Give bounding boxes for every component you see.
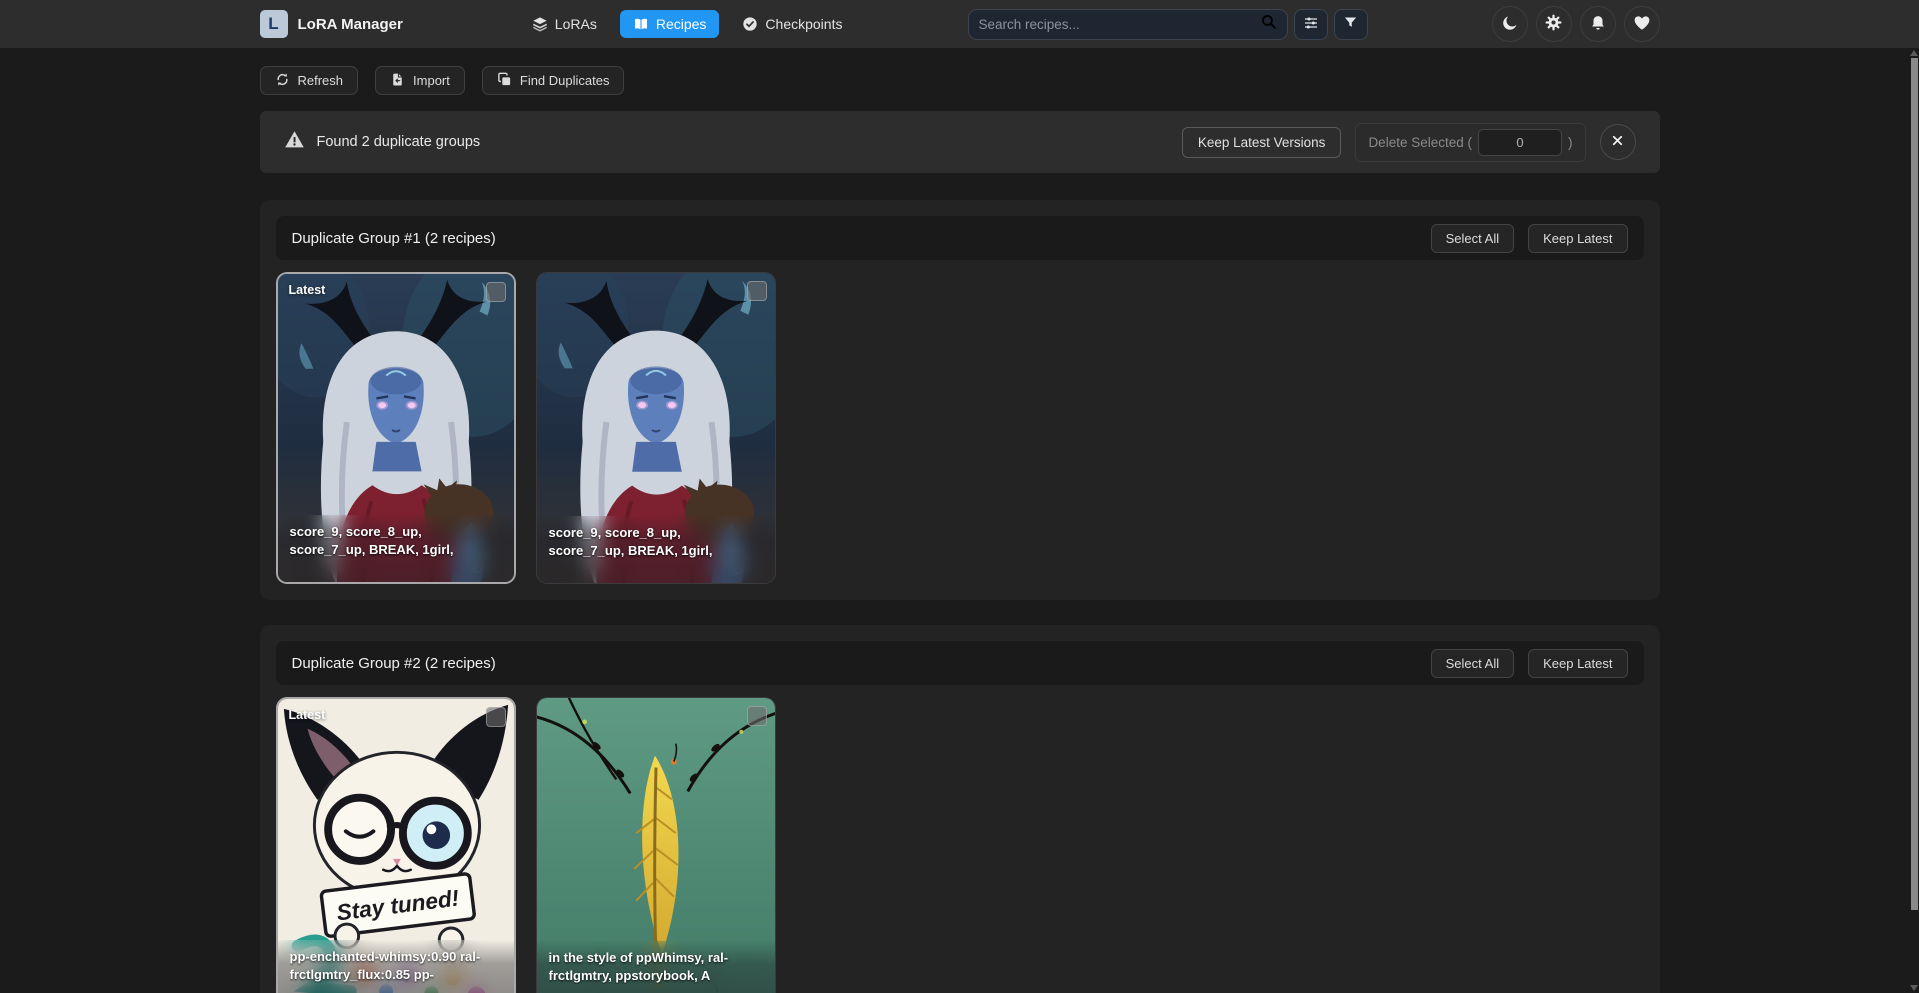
delete-selected-prefix: Delete Selected (: [1368, 135, 1472, 150]
select-all-button[interactable]: Select All: [1431, 649, 1514, 678]
nav-tab-label: Recipes: [656, 16, 707, 32]
close-banner-button[interactable]: [1600, 124, 1636, 160]
keep-latest-versions-button[interactable]: Keep Latest Versions: [1182, 127, 1342, 158]
caption-line: score_7_up, BREAK, 1girl,: [549, 542, 763, 559]
group-title: Duplicate Group #2 (2 recipes): [292, 655, 496, 672]
caption-line: score_7_up, BREAK, 1girl,: [290, 541, 502, 558]
search-container: [968, 9, 1288, 40]
search-icon[interactable]: [1260, 13, 1277, 35]
duplicates-icon: [497, 72, 512, 90]
keep-latest-button[interactable]: Keep Latest: [1528, 649, 1627, 678]
theme-toggle-button[interactable]: [1492, 6, 1528, 42]
caption-line: pp-enchanted-whimsy:0.90 ral-: [290, 948, 502, 965]
warning-icon: [284, 129, 305, 155]
recipe-card[interactable]: Latest score_9, score_8_up, score_7_up, …: [276, 272, 516, 584]
close-icon: [1610, 133, 1625, 151]
recipe-checkbox[interactable]: [747, 281, 767, 301]
top-navbar: L LoRA Manager LoRAs Recipes Checkpoints: [0, 0, 1919, 48]
navbar-actions: [1492, 6, 1660, 42]
nav-tab-recipes[interactable]: Recipes: [620, 10, 720, 38]
settings-button[interactable]: [1536, 6, 1572, 42]
recipe-checkbox[interactable]: [486, 282, 506, 302]
duplicate-group-2: Duplicate Group #2 (2 recipes) Select Al…: [260, 625, 1660, 993]
heart-icon: [1633, 14, 1651, 35]
latest-badge: Latest: [289, 708, 326, 722]
funnel-icon: [1343, 15, 1358, 33]
search-settings-button[interactable]: [1294, 9, 1328, 40]
recipe-caption: score_9, score_8_up, score_7_up, BREAK, …: [537, 516, 775, 583]
recipe-card[interactable]: Stay tuned! Latest pp-enchanted-wh: [276, 697, 516, 993]
keep-latest-button[interactable]: Keep Latest: [1528, 224, 1627, 253]
bell-icon: [1589, 14, 1607, 35]
import-label: Import: [413, 73, 450, 88]
nav-tab-checkpoints[interactable]: Checkpoints: [729, 10, 855, 38]
group-actions: Select All Keep Latest: [1431, 224, 1628, 253]
check-circle-icon: [742, 16, 758, 32]
scrollbar-up-arrow[interactable]: [1910, 50, 1918, 56]
recipe-card[interactable]: in the style of ppWhimsy, ral- frctlgmtr…: [536, 697, 776, 993]
support-button[interactable]: [1624, 6, 1660, 42]
import-icon: [390, 72, 405, 90]
caption-line: score_9, score_8_up,: [290, 523, 502, 540]
caption-line: frctlgmtry, ppstorybook, A: [549, 967, 763, 984]
find-duplicates-button[interactable]: Find Duplicates: [482, 66, 625, 95]
gear-icon: [1544, 13, 1563, 35]
recipe-caption: pp-enchanted-whimsy:0.90 ral- frctlgmtry…: [278, 940, 514, 993]
app-logo: L: [260, 10, 288, 38]
scrollbar-down-arrow[interactable]: [1910, 985, 1918, 991]
notifications-button[interactable]: [1580, 6, 1616, 42]
group-header: Duplicate Group #1 (2 recipes) Select Al…: [276, 216, 1644, 260]
duplicates-banner: Found 2 duplicate groups Keep Latest Ver…: [260, 111, 1660, 173]
refresh-label: Refresh: [298, 73, 344, 88]
book-icon: [633, 16, 649, 32]
layers-icon: [532, 16, 548, 32]
caption-line: score_9, score_8_up,: [549, 524, 763, 541]
app-title: LoRA Manager: [298, 16, 403, 33]
duplicate-group-1: Duplicate Group #1 (2 recipes) Select Al…: [260, 200, 1660, 600]
nav-tab-loras[interactable]: LoRAs: [519, 10, 610, 38]
search-input[interactable]: [979, 17, 1260, 32]
moon-icon: [1501, 14, 1519, 35]
delete-selected-button[interactable]: Delete Selected ( ): [1355, 123, 1585, 162]
select-all-button[interactable]: Select All: [1431, 224, 1514, 253]
recipe-card[interactable]: score_9, score_8_up, score_7_up, BREAK, …: [536, 272, 776, 584]
search-area: [968, 9, 1368, 40]
nav-tab-label: LoRAs: [555, 16, 597, 32]
logo-letter: L: [268, 14, 278, 34]
group-actions: Select All Keep Latest: [1431, 649, 1628, 678]
card-row: Latest score_9, score_8_up, score_7_up, …: [276, 272, 1644, 584]
group-title: Duplicate Group #1 (2 recipes): [292, 230, 496, 247]
caption-line: frctlgmtry_flux:0.85 pp-: [290, 966, 502, 983]
card-row: Stay tuned! Latest pp-enchanted-wh: [276, 697, 1644, 993]
scrollbar-thumb[interactable]: [1911, 58, 1918, 910]
banner-actions: Keep Latest Versions Delete Selected ( ): [1182, 123, 1636, 162]
caption-line: in the style of ppWhimsy, ral-: [549, 949, 763, 966]
main-nav: LoRAs Recipes Checkpoints: [519, 10, 856, 38]
main-content: Refresh Import Find Duplicates Found 2 d…: [260, 66, 1660, 993]
find-duplicates-label: Find Duplicates: [520, 73, 610, 88]
toolbar: Refresh Import Find Duplicates: [260, 66, 1660, 95]
recipe-caption: score_9, score_8_up, score_7_up, BREAK, …: [278, 515, 514, 582]
filter-button[interactable]: [1334, 9, 1368, 40]
recipe-checkbox[interactable]: [486, 707, 506, 727]
delete-selected-suffix: ): [1568, 135, 1573, 150]
app-brand[interactable]: L LoRA Manager: [260, 10, 403, 38]
banner-message: Found 2 duplicate groups: [317, 134, 481, 150]
page-scrollbar[interactable]: [1910, 48, 1919, 993]
refresh-button[interactable]: Refresh: [260, 66, 359, 95]
import-button[interactable]: Import: [375, 66, 465, 95]
group-header: Duplicate Group #2 (2 recipes) Select Al…: [276, 641, 1644, 685]
latest-badge: Latest: [289, 283, 326, 297]
nav-tab-label: Checkpoints: [765, 16, 842, 32]
sliders-icon: [1303, 15, 1319, 34]
recipe-caption: in the style of ppWhimsy, ral- frctlgmtr…: [537, 941, 775, 993]
delete-count-input[interactable]: [1478, 129, 1562, 156]
recipe-checkbox[interactable]: [747, 706, 767, 726]
refresh-icon: [275, 72, 290, 90]
